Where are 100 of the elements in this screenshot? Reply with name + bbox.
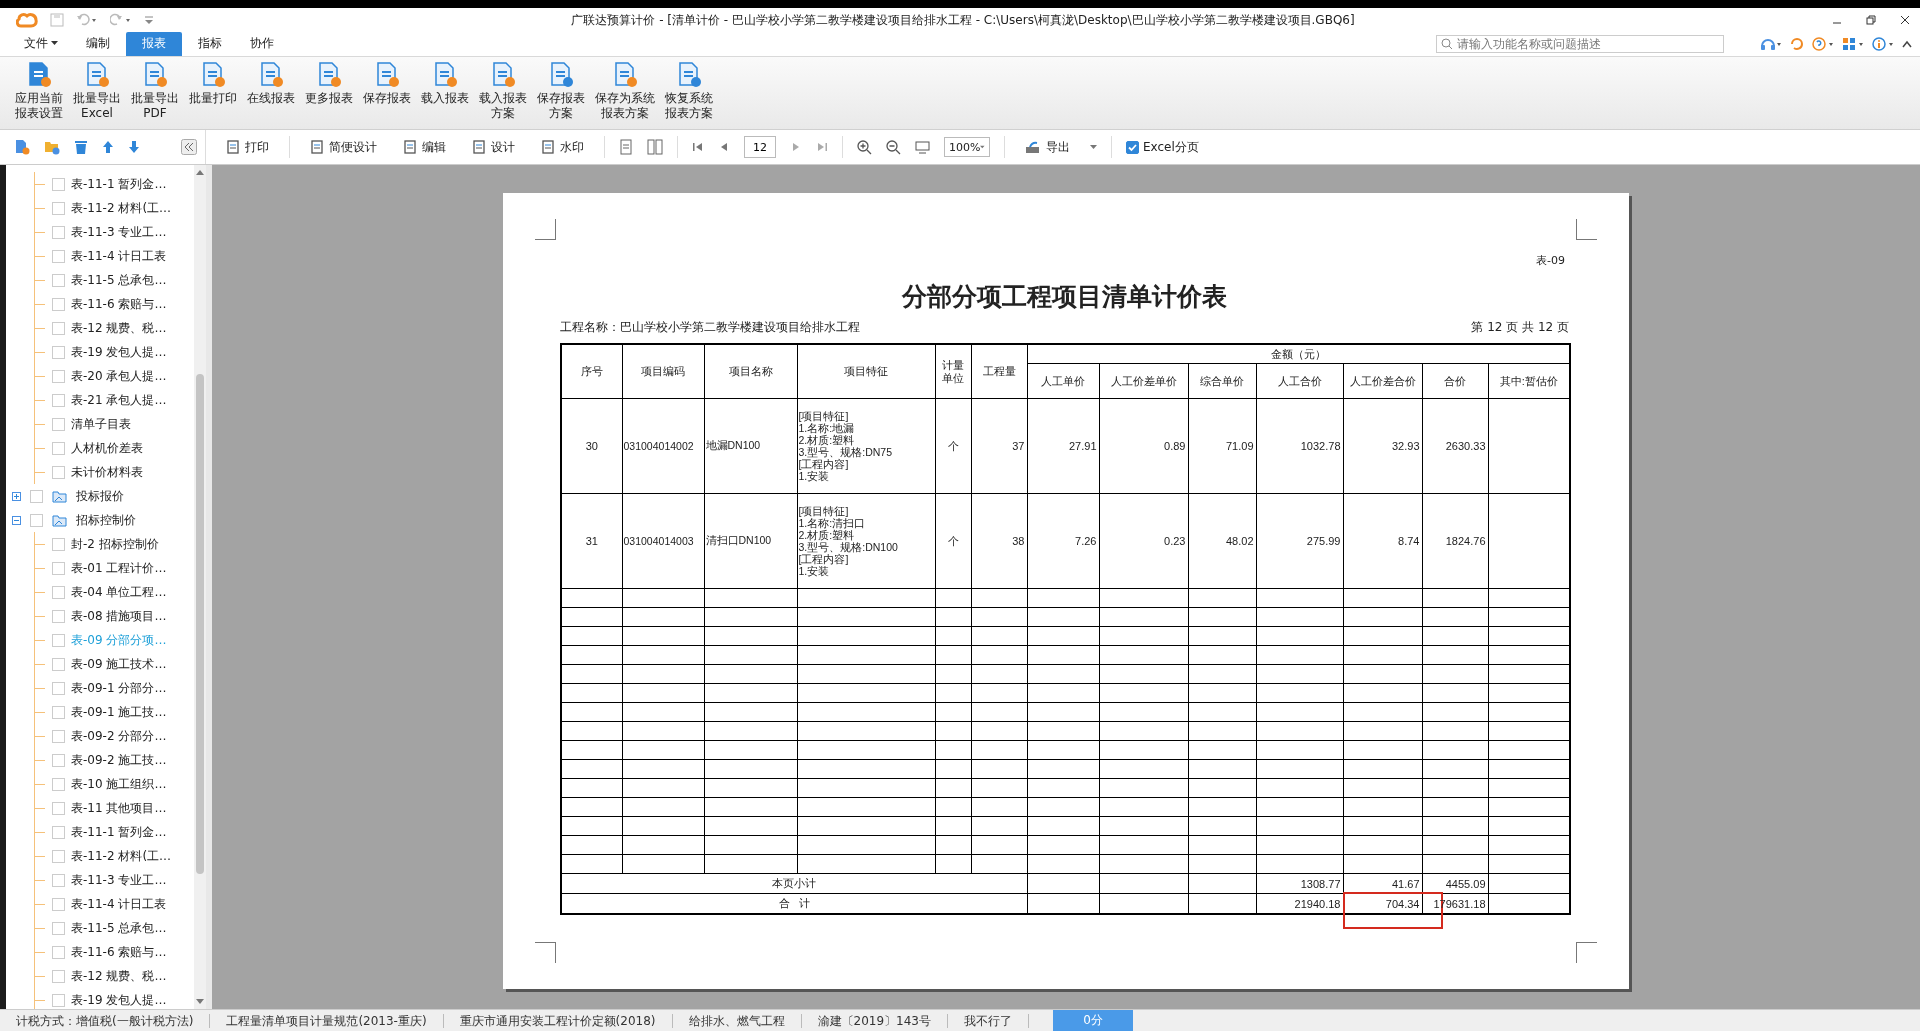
table-cell: 32.93 bbox=[1391, 440, 1420, 452]
table-cell: 31 bbox=[585, 535, 598, 547]
single-page-icon[interactable] bbox=[619, 139, 633, 155]
zoom-in-icon[interactable] bbox=[857, 139, 872, 155]
move-up-icon[interactable] bbox=[102, 140, 114, 154]
move-down-icon[interactable] bbox=[128, 140, 140, 154]
refresh-icon[interactable] bbox=[1790, 37, 1804, 51]
add-file-icon[interactable] bbox=[14, 139, 30, 155]
toolbar-button[interactable]: 设计 bbox=[466, 136, 521, 158]
first-page-icon[interactable] bbox=[692, 141, 704, 153]
tree-item[interactable]: 表-09-2 施工技… bbox=[6, 748, 194, 772]
tree-item[interactable]: 表-09-1 施工技… bbox=[6, 700, 194, 724]
collapse-icon[interactable] bbox=[1902, 40, 1912, 48]
tree-item[interactable]: 人材机价差表 bbox=[6, 436, 194, 460]
tree-item[interactable]: 表-11-5 总承包… bbox=[6, 268, 194, 292]
ribbon-button[interactable]: 更多报表 bbox=[302, 57, 356, 106]
ribbon-button[interactable]: 应用当前 报表设置 bbox=[12, 57, 66, 121]
menu-tab[interactable]: 文件 bbox=[12, 32, 70, 56]
tree-item[interactable]: 表-11-3 专业工… bbox=[6, 868, 194, 892]
two-page-icon[interactable] bbox=[647, 139, 663, 155]
menu-tab[interactable]: 协作 bbox=[238, 32, 286, 56]
toolbar-button[interactable]: 编辑 bbox=[397, 136, 452, 158]
crop-mark bbox=[1576, 942, 1597, 963]
tree-item[interactable]: 表-11-4 计日工表 bbox=[6, 892, 194, 916]
table-cell: 27.91 bbox=[1068, 440, 1097, 452]
ribbon-button[interactable]: 保存报表 bbox=[360, 57, 414, 106]
search-field[interactable]: 请输入功能名称或问题描述 bbox=[1436, 35, 1724, 53]
zoom-dropdown[interactable]: 100% bbox=[944, 137, 990, 157]
status-item: 工程量清单项目计量规范(2013-重庆) bbox=[210, 1013, 444, 1028]
tree-item[interactable]: 表-11-5 总承包… bbox=[6, 916, 194, 940]
collapse-panel-icon[interactable] bbox=[181, 139, 197, 155]
add-folder-icon[interactable] bbox=[44, 139, 60, 155]
table-cell: 21940.18 bbox=[1294, 897, 1341, 910]
scroll-up-icon[interactable] bbox=[196, 169, 204, 175]
excel-paging-checkbox[interactable]: Excel分页 bbox=[1126, 138, 1199, 156]
delete-icon[interactable] bbox=[74, 139, 88, 155]
tree-item[interactable]: 表-11-6 索赔与… bbox=[6, 940, 194, 964]
help-icon[interactable] bbox=[1812, 37, 1834, 51]
toolbar-button[interactable]: 简便设计 bbox=[304, 136, 383, 158]
ribbon-button[interactable]: 保存为系统 报表方案 bbox=[592, 57, 658, 121]
tree-item[interactable]: 表-11 其他项目… bbox=[6, 796, 194, 820]
scroll-down-icon[interactable] bbox=[196, 999, 204, 1005]
ribbon-button[interactable]: 载入报表 方案 bbox=[476, 57, 530, 121]
ribbon-button[interactable]: 在线报表 bbox=[244, 57, 298, 106]
toolbar-button[interactable]: 水印 bbox=[535, 136, 590, 158]
toolbar-button[interactable]: 打印 bbox=[220, 136, 275, 158]
tree-item[interactable]: 表-11-3 专业工… bbox=[6, 220, 194, 244]
tree-item[interactable]: 表-01 工程计价… bbox=[6, 556, 194, 580]
tree-item[interactable]: 未计价材料表 bbox=[6, 460, 194, 484]
zoom-out-icon[interactable] bbox=[886, 139, 901, 155]
menu-tab[interactable]: 报表 bbox=[126, 32, 182, 56]
tree-item[interactable]: 表-09 施工技术… bbox=[6, 652, 194, 676]
table-cell: 275.99 bbox=[1306, 535, 1341, 547]
tree-item[interactable]: 表-11-1 暂列金… bbox=[6, 172, 194, 196]
tree-item[interactable]: 表-10 施工组织… bbox=[6, 772, 194, 796]
tree-item[interactable]: 表-11-2 材料(工… bbox=[6, 196, 194, 220]
tree-item[interactable]: 表-21 承包人提… bbox=[6, 388, 194, 412]
table-cell: 41.67 bbox=[1391, 877, 1420, 890]
ribbon-button[interactable]: 保存报表 方案 bbox=[534, 57, 588, 121]
tree-item[interactable]: 表-09-1 分部分… bbox=[6, 676, 194, 700]
tree-item[interactable]: 表-11-4 计日工表 bbox=[6, 244, 194, 268]
tree-item[interactable]: 表-11-6 索赔与… bbox=[6, 292, 194, 316]
info-icon[interactable] bbox=[1872, 37, 1894, 51]
tree-item[interactable]: 投标报价 bbox=[6, 484, 194, 508]
tree-item[interactable]: 表-09-2 分部分… bbox=[6, 724, 194, 748]
fit-page-icon[interactable] bbox=[915, 139, 930, 155]
caret-icon[interactable] bbox=[1090, 145, 1097, 149]
page-number-field[interactable]: 12 bbox=[744, 136, 776, 158]
ribbon-button[interactable]: 批量打印 bbox=[186, 57, 240, 106]
tree-item[interactable]: 清单子目表 bbox=[6, 412, 194, 436]
tree-item[interactable]: 表-04 单位工程… bbox=[6, 580, 194, 604]
redo-icon[interactable] bbox=[110, 13, 132, 27]
tree-item[interactable]: 表-11-2 材料(工… bbox=[6, 844, 194, 868]
menu-tab[interactable]: 指标 bbox=[186, 32, 234, 56]
tree-item[interactable]: 招标控制价 bbox=[6, 508, 194, 532]
tree-item[interactable]: 封-2 招标控制价 bbox=[6, 532, 194, 556]
export-button[interactable]: 导出 bbox=[1019, 136, 1076, 158]
last-page-icon[interactable] bbox=[816, 141, 828, 153]
customize-icon[interactable] bbox=[144, 14, 154, 26]
expand-icon[interactable] bbox=[12, 491, 21, 501]
tree-item[interactable]: 表-12 规费、税… bbox=[6, 316, 194, 340]
column-header: 人工合价 bbox=[1277, 374, 1322, 387]
ribbon-button[interactable]: 恢复系统 报表方案 bbox=[662, 57, 716, 121]
tree-item[interactable]: 表-08 措施项目… bbox=[6, 604, 194, 628]
tree-item[interactable]: 表-20 承包人提… bbox=[6, 364, 194, 388]
ribbon-button[interactable]: 载入报表 bbox=[418, 57, 472, 106]
ribbon-button[interactable]: 批量导出 Excel bbox=[70, 57, 124, 121]
grid-icon[interactable] bbox=[1842, 37, 1864, 51]
ribbon-button[interactable]: 批量导出 PDF bbox=[128, 57, 182, 121]
close-icon[interactable] bbox=[1900, 15, 1910, 25]
headset-icon[interactable] bbox=[1760, 37, 1782, 51]
tree-item[interactable]: 表-19 发包人提… bbox=[6, 340, 194, 364]
undo-icon[interactable] bbox=[76, 13, 98, 27]
column-header: 其中:暂估价 bbox=[1499, 374, 1558, 387]
scrollbar[interactable] bbox=[194, 165, 206, 1009]
tree-item[interactable]: 表-11-1 暂列金… bbox=[6, 820, 194, 844]
table-cell-text: [项目特征] 1.名称:地漏 2.材质:塑料 3.型号、规格:DN75 [工程内容] 1.安装 bbox=[798, 410, 894, 482]
restore-icon[interactable] bbox=[1866, 15, 1876, 25]
tree-item[interactable]: 表-12 规费、税… bbox=[6, 964, 194, 988]
menu-tab[interactable]: 编制 bbox=[74, 32, 122, 56]
